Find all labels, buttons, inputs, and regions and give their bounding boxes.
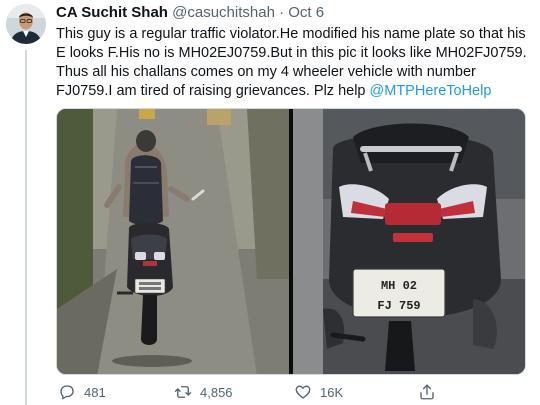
separator-dot: · <box>279 4 285 21</box>
heart-icon <box>294 383 312 401</box>
share-button[interactable] <box>418 383 436 401</box>
reply-button[interactable]: 481 <box>58 383 106 401</box>
reply-count: 481 <box>84 384 106 400</box>
thread-line <box>25 50 27 405</box>
plate-line-2: FJ 759 <box>377 299 420 313</box>
tweet-text: This guy is a regular traffic violator.H… <box>56 25 534 101</box>
author-handle[interactable]: @casuchitshah <box>172 4 275 21</box>
share-icon <box>418 383 436 401</box>
retweet-count: 4,856 <box>200 384 233 400</box>
photo-number-plate-closeup[interactable]: MH 02 FJ 759 <box>293 109 525 374</box>
tweet-actions: 481 4,856 16K <box>56 383 526 403</box>
tweet[interactable]: CA Suchit Shah @casuchitshah · Oct 6 Thi… <box>0 0 540 405</box>
tweet-header: CA Suchit Shah @casuchitshah · Oct 6 <box>56 4 324 22</box>
reply-icon <box>58 383 76 401</box>
photo-scooter-rider[interactable] <box>57 109 289 374</box>
tweet-timestamp[interactable]: Oct 6 <box>288 4 324 21</box>
mention-link[interactable]: @MTPHereToHelp <box>370 83 492 99</box>
plate-line-1: MH 02 <box>381 279 417 293</box>
avatar[interactable] <box>6 4 46 44</box>
retweet-button[interactable]: 4,856 <box>174 383 233 401</box>
like-button[interactable]: 16K <box>294 383 343 401</box>
author-name[interactable]: CA Suchit Shah <box>56 4 168 21</box>
like-count: 16K <box>320 384 344 400</box>
tweet-media[interactable]: MH 02 FJ 759 <box>56 108 526 375</box>
retweet-icon <box>174 383 192 401</box>
